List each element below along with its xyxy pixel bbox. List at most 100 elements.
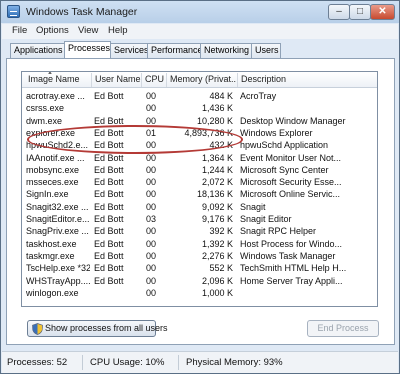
- menu-options[interactable]: Options: [36, 25, 69, 36]
- minimize-button[interactable]: –: [328, 4, 350, 20]
- process-memory: 552 K: [209, 263, 233, 274]
- process-memory: 484 K: [209, 91, 233, 101]
- table-row[interactable]: SnagitEditor.e... Ed Bott 03 9,176 K Snagit …: [22, 213, 377, 225]
- process-memory: 9,092 K: [201, 201, 233, 212]
- process-description: Microsoft Online Servic...: [240, 189, 341, 200]
- col-cpu[interactable]: CPU: [145, 74, 165, 84]
- menu-view[interactable]: View: [78, 25, 98, 36]
- col-memory[interactable]: Memory (Privat...: [170, 74, 236, 84]
- process-memory: 4,893,736 K: [184, 127, 233, 138]
- process-description: Snagit Editor: [240, 214, 292, 224]
- process-name: msseces.exe: [26, 177, 79, 188]
- tab-processes[interactable]: Processes: [64, 41, 111, 58]
- close-button[interactable]: ✕: [370, 4, 395, 20]
- table-row[interactable]: dwm.exe Ed Bott 00 10,280 K Desktop Window M…: [22, 115, 377, 127]
- table-row[interactable]: IAAnotif.exe ... Ed Bott 00 1,364 K Event Mo…: [22, 152, 377, 164]
- tab-applications[interactable]: Applications: [10, 43, 65, 58]
- process-name: TscHelp.exe *32: [26, 263, 90, 274]
- process-cpu: 00: [146, 226, 157, 237]
- process-name: Snagit32.exe ...: [26, 201, 89, 212]
- menu-help[interactable]: Help: [108, 25, 128, 36]
- process-description: hpwuSchd Application: [240, 140, 329, 151]
- maximize-button[interactable]: □: [349, 4, 371, 20]
- process-user: Ed Bott: [94, 91, 124, 101]
- process-memory: 2,096 K: [201, 275, 233, 286]
- end-process-button[interactable]: End Process: [307, 320, 379, 337]
- table-row[interactable]: taskhost.exe Ed Bott 00 1,392 K Host Process…: [22, 238, 377, 250]
- process-memory: 1,244 K: [201, 164, 233, 175]
- menu-file[interactable]: File: [12, 25, 27, 36]
- process-cpu: 00: [146, 91, 157, 101]
- col-image-name[interactable]: Image Name: [28, 74, 90, 84]
- table-row[interactable]: taskmgr.exe Ed Bott 00 2,276 K Windows Task …: [22, 250, 377, 262]
- process-memory: 392 K: [209, 226, 233, 237]
- process-memory: 2,276 K: [201, 250, 233, 261]
- table-row[interactable]: explorer.exe Ed Bott 01 4,893,736 K Windows …: [22, 127, 377, 139]
- table-row[interactable]: mobsync.exe Ed Bott 00 1,244 K Microsoft Syn…: [22, 164, 377, 176]
- process-name: dwm.exe: [26, 115, 63, 126]
- process-cpu: 03: [146, 214, 157, 224]
- process-name: mobsync.exe: [26, 164, 80, 175]
- col-description[interactable]: Description: [241, 74, 371, 84]
- process-cpu: 00: [146, 115, 157, 126]
- process-user: Ed Bott: [94, 226, 124, 237]
- process-description: Windows Explorer: [240, 127, 313, 138]
- process-name: csrss.exe: [26, 103, 65, 114]
- table-row[interactable]: acrotray.exe ... Ed Bott 00 484 K AcroTray: [22, 90, 377, 102]
- process-cpu: 00: [146, 177, 157, 188]
- table-row[interactable]: msseces.exe Ed Bott 00 2,072 K Microsoft Sec…: [22, 176, 377, 188]
- title-bar[interactable]: Windows Task Manager – □ ✕: [1, 1, 399, 23]
- status-physical-memory: Physical Memory: 93%: [186, 357, 283, 368]
- tab-networking[interactable]: Networking: [200, 43, 252, 58]
- process-description: Snagit: [240, 201, 266, 212]
- process-user: Ed Bott: [94, 140, 124, 151]
- process-memory: 18,136 K: [196, 189, 233, 200]
- process-memory: 432 K: [209, 140, 233, 151]
- process-cpu: 00: [146, 275, 157, 286]
- status-processes: Processes: 52: [7, 357, 68, 368]
- process-name: SignIn.exe: [26, 189, 69, 200]
- process-user: Ed Bott: [94, 263, 124, 274]
- process-name: hpwuSchd2.e...: [26, 140, 89, 151]
- tab-performance[interactable]: Performance: [147, 43, 203, 58]
- process-description: Microsoft Security Esse...: [240, 177, 342, 188]
- process-description: Home Server Tray Appli...: [240, 275, 343, 286]
- table-row[interactable]: winlogon.exe 00 1,000 K: [22, 287, 377, 299]
- col-user-name[interactable]: User Name: [95, 74, 141, 84]
- process-cpu: 00: [146, 287, 157, 298]
- task-manager-window: Windows Task Manager – □ ✕ File Options …: [0, 0, 400, 374]
- process-description: Snagit RPC Helper: [240, 226, 317, 237]
- tab-users[interactable]: Users: [251, 43, 281, 58]
- process-name: SnagitEditor.e...: [26, 214, 90, 224]
- show-all-processes-button[interactable]: Show processes from all users: [27, 320, 168, 337]
- process-user: Ed Bott: [94, 275, 124, 286]
- process-user: Ed Bott: [94, 164, 124, 175]
- status-bar: Processes: 52 CPU Usage: 10% Physical Me…: [2, 351, 398, 373]
- table-row[interactable]: TscHelp.exe *32 Ed Bott 00 552 K TechSmith H…: [22, 262, 377, 274]
- process-cpu: 00: [146, 263, 157, 274]
- process-memory: 1,000 K: [201, 287, 233, 298]
- process-cpu: 00: [146, 250, 157, 261]
- process-name: taskmgr.exe: [26, 250, 75, 261]
- process-user: Ed Bott: [94, 201, 124, 212]
- process-user: Ed Bott: [94, 115, 124, 126]
- process-description: Windows Task Manager: [240, 250, 336, 261]
- table-row[interactable]: Snagit32.exe ... Ed Bott 00 9,092 K Snagit: [22, 201, 377, 213]
- tab-services[interactable]: Services: [110, 43, 149, 58]
- process-cpu: 00: [146, 189, 157, 200]
- process-description: AcroTray: [240, 91, 277, 101]
- process-user: Ed Bott: [94, 189, 124, 200]
- table-row[interactable]: csrss.exe 00 1,436 K: [22, 102, 377, 114]
- process-user: Ed Bott: [94, 214, 124, 224]
- menu-bar: File Options View Help: [2, 24, 398, 39]
- process-name: winlogon.exe: [26, 287, 79, 298]
- table-row[interactable]: SnagPriv.exe ... Ed Bott 00 392 K Snagit RPC…: [22, 225, 377, 237]
- table-row[interactable]: WHSTrayApp.... Ed Bott 00 2,096 K Home Serve…: [22, 275, 377, 287]
- process-memory: 2,072 K: [201, 177, 233, 188]
- process-memory: 1,364 K: [201, 152, 233, 163]
- process-cpu: 00: [146, 103, 157, 114]
- table-row[interactable]: SignIn.exe Ed Bott 00 18,136 K Microsoft Onl…: [22, 188, 377, 200]
- process-list[interactable]: ▲ Image Name User Name CPU Memory (Priva…: [21, 71, 378, 307]
- process-name: IAAnotif.exe ...: [26, 152, 85, 163]
- table-row[interactable]: hpwuSchd2.e... Ed Bott 00 432 K hpwuSchd App…: [22, 139, 377, 151]
